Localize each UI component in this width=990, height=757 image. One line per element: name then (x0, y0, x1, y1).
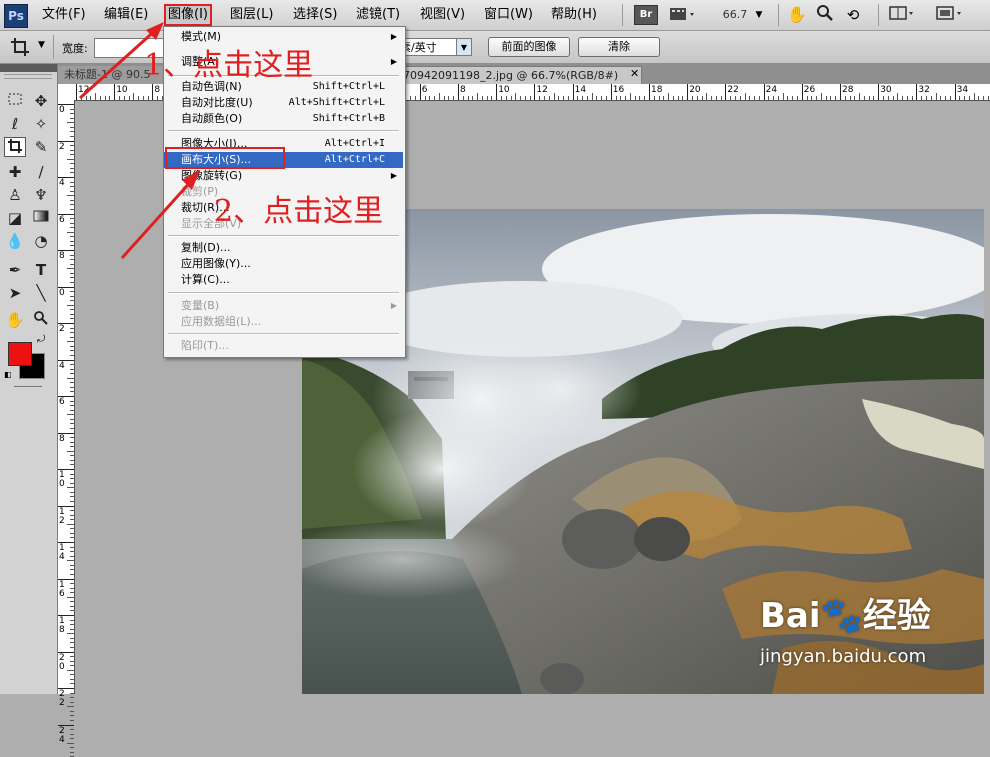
paw-icon: 🐾 (820, 596, 863, 636)
ruler-minor-tick (70, 729, 74, 731)
ruler-minor-tick (67, 742, 74, 744)
foreground-color-swatch[interactable] (8, 342, 32, 366)
baidu-brand: Bai (760, 596, 821, 636)
ruler-minor-tick (70, 710, 74, 712)
ruler-minor-tick (70, 715, 74, 717)
baidu-watermark: Bai🐾经验 (760, 588, 931, 637)
ruler-minor-tick (70, 719, 74, 721)
ruler-minor-tick (70, 701, 74, 703)
annotation-arrow-2 (120, 176, 196, 260)
annotation-arrow-1 (78, 26, 160, 100)
ruler-minor-tick (70, 697, 74, 699)
ruler-label: 24 (59, 725, 65, 745)
ruler-minor-tick (67, 706, 74, 708)
ruler-minor-tick (70, 751, 74, 753)
baidu-watermark-url: jingyan.baidu.com (760, 646, 927, 667)
ruler-tick (58, 724, 74, 726)
ruler-minor-tick (70, 747, 74, 749)
ruler-minor-tick (70, 733, 74, 735)
ruler-minor-tick (70, 738, 74, 740)
baidu-brand-2: 经验 (862, 596, 931, 636)
